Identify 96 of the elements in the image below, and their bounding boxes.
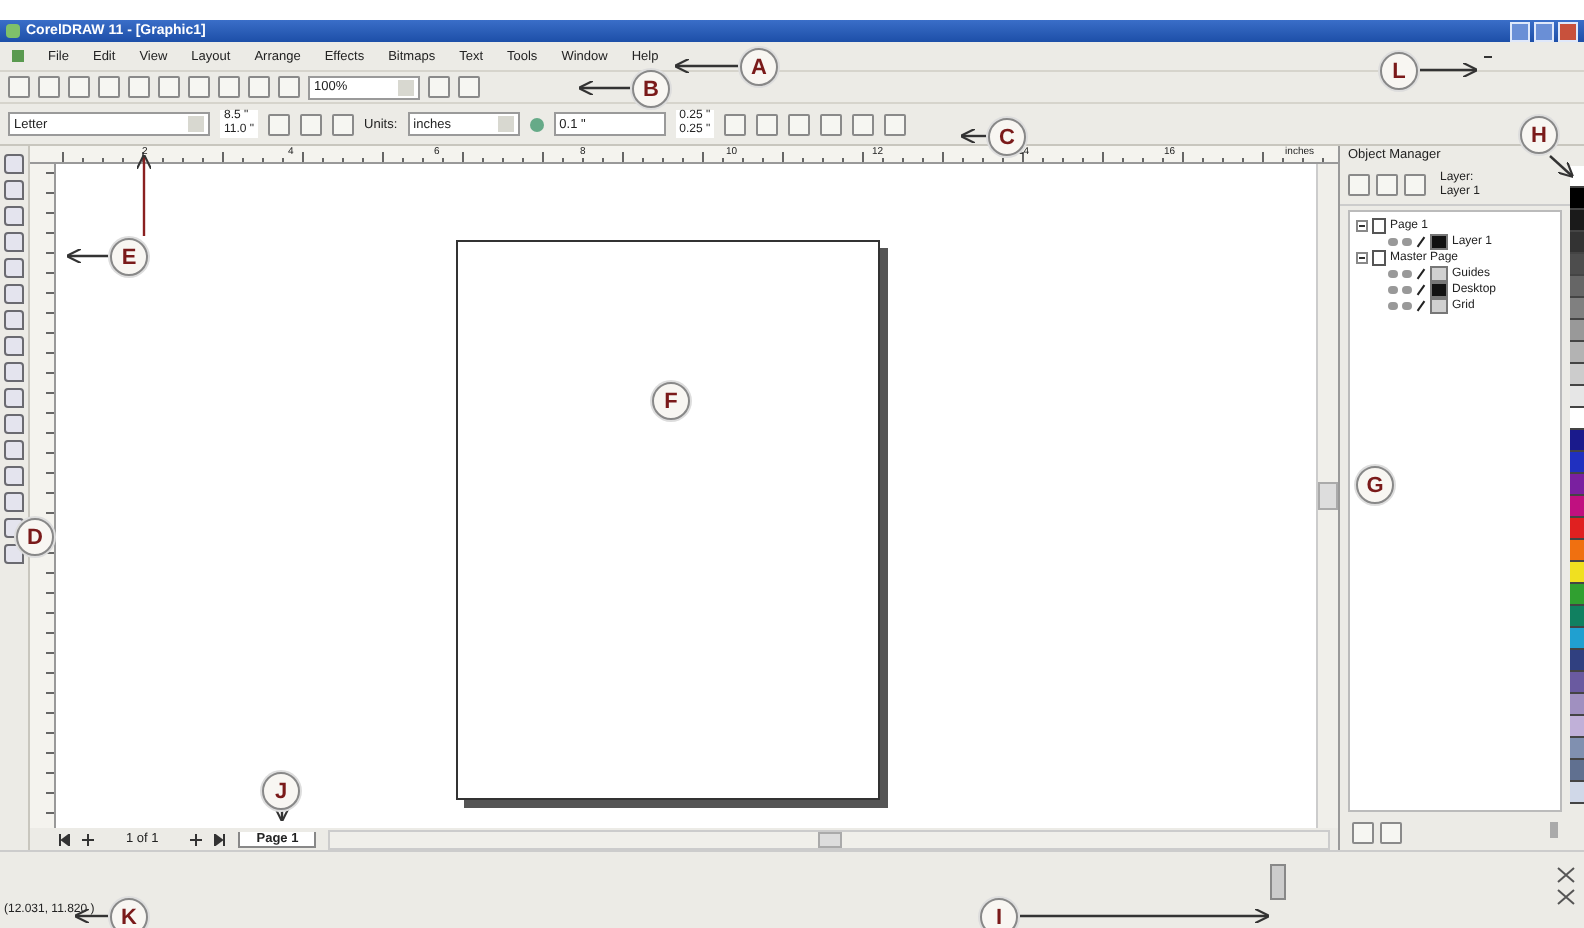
printer-icon[interactable] xyxy=(1402,238,1412,246)
expander-icon[interactable] xyxy=(1356,220,1368,232)
callout-arrow xyxy=(959,127,986,145)
layer-icon[interactable] xyxy=(1380,822,1402,844)
callout-arrow xyxy=(273,805,291,823)
layer-icon[interactable] xyxy=(1404,174,1426,196)
color-swatch[interactable] xyxy=(1570,342,1584,364)
toolbar-icon[interactable] xyxy=(428,76,450,98)
color-swatch[interactable] xyxy=(1570,606,1584,628)
callout-arrow xyxy=(1420,61,1479,79)
page-icon[interactable] xyxy=(332,113,355,135)
toolbar-icon[interactable] xyxy=(158,76,180,98)
color-swatch[interactable] xyxy=(1570,738,1584,760)
toolbar-icon[interactable] xyxy=(218,76,240,98)
color-swatch[interactable] xyxy=(1570,562,1584,584)
callout-arrow xyxy=(65,247,108,265)
first-page-icon[interactable] xyxy=(58,833,70,845)
layer-color-swatch[interactable] xyxy=(1430,298,1448,314)
layer-icon[interactable] xyxy=(1376,174,1398,196)
expander-icon[interactable] xyxy=(1356,252,1368,264)
color-swatch[interactable] xyxy=(1570,166,1584,188)
color-swatch[interactable] xyxy=(1570,254,1584,276)
callout-arrow xyxy=(577,79,630,97)
callout-label: H xyxy=(1520,116,1558,154)
color-swatch[interactable] xyxy=(1570,694,1584,716)
toolbar-icon[interactable] xyxy=(278,76,300,98)
horizontal-scrollbar[interactable] xyxy=(328,829,1330,849)
color-swatch[interactable] xyxy=(1570,672,1584,694)
color-swatch[interactable] xyxy=(1570,232,1584,254)
layer-icon[interactable] xyxy=(1348,174,1370,196)
callout-label: A xyxy=(740,48,778,86)
toolbar-icon[interactable] xyxy=(852,113,875,135)
color-swatch[interactable] xyxy=(1570,386,1584,408)
callout-label: F xyxy=(652,382,690,420)
callout-arrow xyxy=(1549,155,1575,179)
color-swatch[interactable] xyxy=(1570,650,1584,672)
color-swatch[interactable] xyxy=(1570,584,1584,606)
color-swatch[interactable] xyxy=(1570,628,1584,650)
color-swatch[interactable] xyxy=(1570,320,1584,342)
toolbar-icon[interactable] xyxy=(68,76,90,98)
callout-label: B xyxy=(632,70,670,108)
callout-label: L xyxy=(1380,52,1418,90)
toolbar-icon[interactable] xyxy=(724,113,747,135)
toolbar-icon[interactable] xyxy=(884,113,907,135)
layer-color-swatch[interactable] xyxy=(1430,266,1448,282)
callout-label: E xyxy=(110,238,148,276)
color-swatch[interactable] xyxy=(1570,276,1584,298)
close-icon[interactable] xyxy=(1558,21,1578,41)
color-swatch[interactable] xyxy=(1570,496,1584,518)
toolbar-icon[interactable] xyxy=(8,76,30,98)
toolbar-icon[interactable] xyxy=(98,76,120,98)
toolbar-icon[interactable] xyxy=(788,113,811,135)
vertical-scrollbar[interactable] xyxy=(1316,164,1338,828)
color-swatch[interactable] xyxy=(1570,430,1584,452)
add-page-icon[interactable] xyxy=(82,833,94,845)
layer-icon[interactable] xyxy=(1352,822,1374,844)
color-swatch[interactable] xyxy=(1570,210,1584,232)
color-swatch[interactable] xyxy=(1570,518,1584,540)
fill-icon xyxy=(1270,864,1286,900)
toolbar-icon[interactable] xyxy=(128,76,150,98)
last-page-icon[interactable] xyxy=(214,833,227,845)
pencil-icon[interactable] xyxy=(1416,236,1426,248)
callout-label: D xyxy=(16,518,54,556)
callout-arrow xyxy=(135,153,153,236)
color-swatch[interactable] xyxy=(1570,474,1584,496)
color-swatch[interactable] xyxy=(1570,760,1584,782)
callout-label: G xyxy=(1356,466,1394,504)
none-icon xyxy=(1556,864,1576,908)
callout-label: J xyxy=(262,772,300,810)
toolbar-icon[interactable] xyxy=(248,76,270,98)
landscape-icon[interactable] xyxy=(300,113,323,135)
color-swatch[interactable] xyxy=(1570,364,1584,386)
callout-label: I xyxy=(980,898,1018,928)
minimize-icon[interactable] xyxy=(1484,55,1492,57)
color-swatch[interactable] xyxy=(1570,540,1584,562)
app-icon xyxy=(6,24,20,38)
eye-icon[interactable] xyxy=(1388,238,1398,246)
callout-arrow xyxy=(673,57,738,75)
toolbar-icon[interactable] xyxy=(38,76,60,98)
portrait-icon[interactable] xyxy=(268,113,291,135)
layer-color-swatch[interactable] xyxy=(1430,234,1448,250)
color-swatch[interactable] xyxy=(1570,298,1584,320)
color-swatch[interactable] xyxy=(1570,716,1584,738)
color-swatch[interactable] xyxy=(1570,408,1584,430)
maximize-icon[interactable] xyxy=(1534,21,1554,41)
nudge-icon xyxy=(529,117,544,131)
toolbar-icon[interactable] xyxy=(188,76,210,98)
toolbar-icon[interactable] xyxy=(820,113,843,135)
layer-color-swatch[interactable] xyxy=(1430,282,1448,298)
toolbar-icon[interactable] xyxy=(458,76,480,98)
callout-label: K xyxy=(110,898,148,928)
color-swatch[interactable] xyxy=(1570,188,1584,210)
color-swatch[interactable] xyxy=(1570,452,1584,474)
toolbar-icon[interactable] xyxy=(756,113,779,135)
add-page-icon[interactable] xyxy=(190,833,203,845)
color-swatch[interactable] xyxy=(1570,782,1584,804)
